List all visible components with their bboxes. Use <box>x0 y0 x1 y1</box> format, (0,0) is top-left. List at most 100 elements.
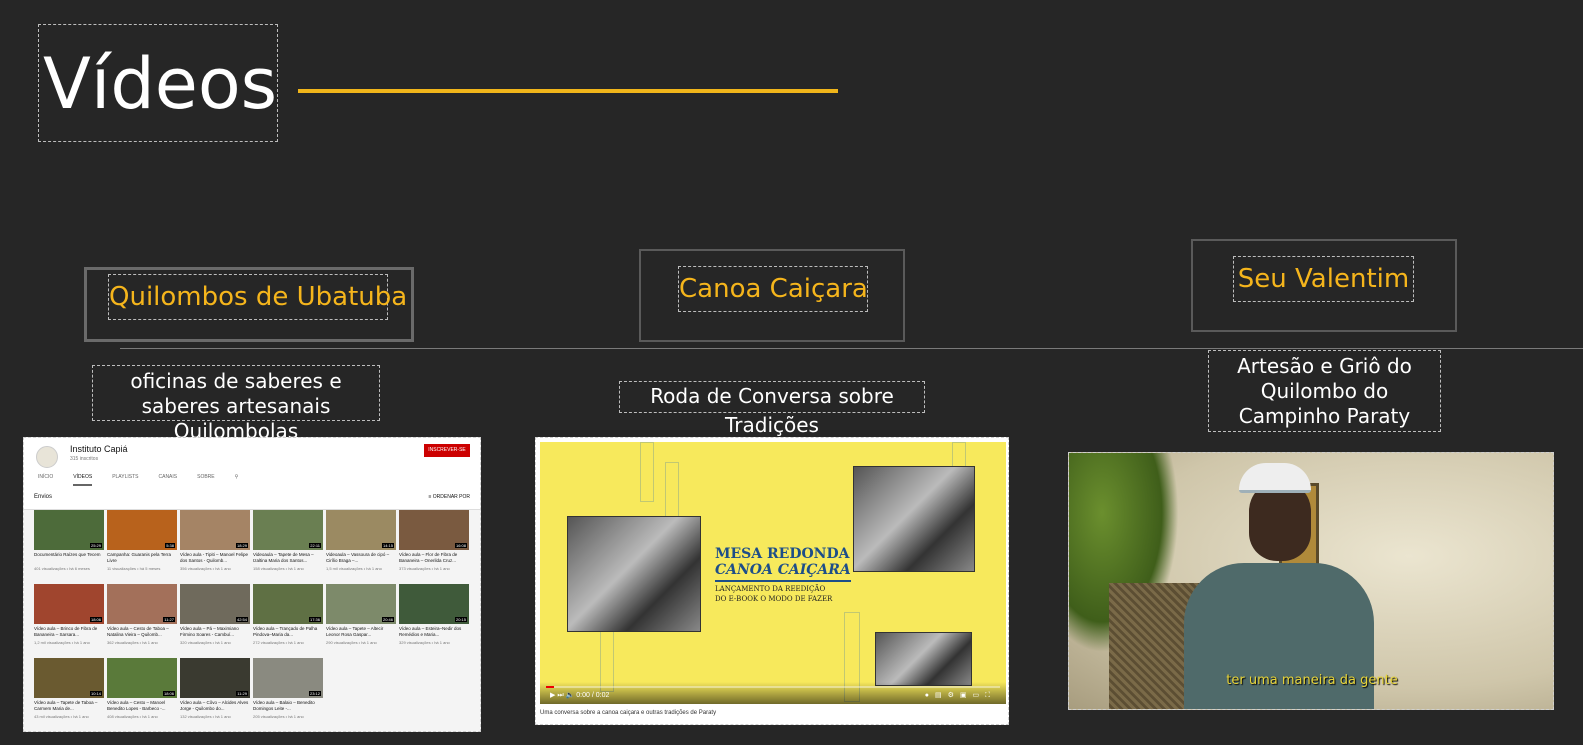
video-card[interactable]: 16:08 Vídeo aula – Flor de Fibra de Banan… <box>399 510 469 580</box>
video-title[interactable]: Vídeo aula – Tapete – Altecir Leonor Ros… <box>326 626 396 638</box>
video-card[interactable]: 11:29 Vídeo aula – Côvo – Alcides Alves J… <box>180 658 250 728</box>
video-title[interactable]: Vídeo aula – Brinco de Fibra de Bananeir… <box>34 626 104 638</box>
video-thumbnail[interactable]: 18:06 <box>107 658 177 698</box>
description-quilombos-de-ubatuba: oficinas de saberes e saberes artesanais… <box>92 365 380 443</box>
progress-bar[interactable] <box>546 686 1000 688</box>
video-meta: 290 visualizações • há 1 ano <box>326 640 377 645</box>
video-duration: 14:15 <box>381 543 394 548</box>
youtube-channel-screenshot[interactable]: Instituto Capiá 315 inscritos INSCREVER-… <box>23 437 481 732</box>
next-icon[interactable]: ⏭ <box>557 692 563 699</box>
video-card[interactable]: 23:12 Vídeo aula – Balaio – Benedito Domi… <box>253 658 323 728</box>
video-card[interactable]: 10:14 Vídeo aula – Tapete de Taboa – Carm… <box>34 658 104 728</box>
video-thumbnail[interactable]: 11:27 <box>107 584 177 624</box>
tab-videos[interactable]: VÍDEOS <box>73 474 93 486</box>
video-title[interactable]: Vídeo aula – Pá – Maximiano Firmino Soar… <box>180 626 250 638</box>
video-card[interactable]: 5:38 Campanha: Guaranis pela Terra Livre 1… <box>107 510 177 580</box>
tab-label-canoa-caicara[interactable]: Canoa Caiçara <box>678 266 868 312</box>
video-title[interactable]: Vídeo aula – Trançado de Palha Pindova–M… <box>253 626 323 638</box>
video-thumbnail[interactable]: 5:38 <box>107 510 177 550</box>
video-title[interactable]: Documentário Raízes que Tecem <box>34 552 104 564</box>
sort-button[interactable]: ≡ ORDENAR POR <box>428 494 470 500</box>
video-duration: 18:29 <box>235 543 248 548</box>
video-title[interactable]: Campanha: Guaranis pela Terra Livre <box>107 552 177 564</box>
video-grid: 25:29 Documentário Raízes que Tecem 401 vi… <box>34 510 474 728</box>
video-duration: 42:54 <box>235 617 248 622</box>
theater-mode-icon[interactable]: ▭ <box>972 692 985 699</box>
video-card[interactable]: 18:06 Vídeo aula – Cesto – Manoel Benedit… <box>107 658 177 728</box>
fullscreen-icon[interactable]: ⛶ <box>985 692 996 699</box>
video-card[interactable]: 11:27 Vídeo aula – Cesto de Taboa – Natal… <box>107 584 177 654</box>
uploads-title: Envios <box>34 494 53 500</box>
tab-canais[interactable]: CANAIS <box>159 474 178 486</box>
video-title[interactable]: Vídeo aula – Esteira–Nedir dos Remédios … <box>399 626 469 638</box>
tab-sobre[interactable]: SOBRE <box>197 474 215 486</box>
video-title[interactable]: Vídeo aula – Tapete de Taboa – Carmem Ma… <box>34 700 104 712</box>
title-underline <box>298 89 838 93</box>
video-title[interactable]: Vídeo aula – Cesto de Taboa – Natalina V… <box>107 626 177 638</box>
video-card[interactable]: 18:06 Vídeo aula – Brinco de Fibra de Ban… <box>34 584 104 654</box>
player-controls: ▶ ⏭ 🔈 0:00 / 0:02 ●▤⚙▣▭⛶ <box>540 682 1006 704</box>
video-title[interactable]: Videoaula – Tapete de Mesa – Izaltina Ma… <box>253 552 323 564</box>
video-title[interactable]: Vídeo aula – Côvo – Alcides Alves Jorge … <box>180 700 250 712</box>
video-duration: 20:46 <box>381 617 394 622</box>
video-duration: 17:36 <box>308 617 321 622</box>
miniplayer-icon[interactable]: ▣ <box>960 692 973 699</box>
video-thumbnail[interactable]: 10:14 <box>34 658 104 698</box>
man-head <box>1249 481 1311 561</box>
autoplay-toggle-icon[interactable]: ● <box>925 692 935 699</box>
video-subtitle: ter uma maneira da gente <box>1226 673 1398 688</box>
video-title[interactable]: Vídeo aula – Flor de Fibra de Bananeira … <box>399 552 469 564</box>
search-icon[interactable]: ⚲ <box>235 474 239 486</box>
video-title[interactable]: Vídeo aula – Balaio – Benedito Domingos … <box>253 700 323 712</box>
video-duration: 5:38 <box>165 543 175 548</box>
video-thumbnail[interactable]: 42:54 <box>180 584 250 624</box>
video-thumbnail[interactable]: 11:29 <box>180 658 250 698</box>
subscribe-button[interactable]: INSCREVER-SE <box>424 444 470 457</box>
video-thumbnail[interactable]: 18:06 <box>34 584 104 624</box>
video-duration: 20:15 <box>454 617 467 622</box>
channel-name: Instituto Capiá <box>70 444 128 454</box>
video-subheading: LANÇAMENTO DA REEDIÇÃO DO E-BOOK O MODO … <box>715 584 832 604</box>
video-meta: 43 mil visualizações • há 1 ano <box>34 714 89 719</box>
video-heading: MESA REDONDA <box>715 546 850 562</box>
video-frame[interactable]: MESA REDONDA CANOA CAIÇARA LANÇAMENTO DA… <box>540 442 1006 704</box>
tab-inicio[interactable]: INÍCIO <box>38 474 53 486</box>
video-card[interactable]: 18:29 Vídeo aula - Tipiti – Manoel Felipe… <box>180 510 250 580</box>
decorative-pole <box>640 442 654 502</box>
volume-icon[interactable]: 🔈 <box>566 692 575 699</box>
video-card[interactable]: 22:11 Videoaula – Tapete de Mesa – Izalti… <box>253 510 323 580</box>
video-card[interactable]: 42:54 Vídeo aula – Pá – Maximiano Firmino… <box>180 584 250 654</box>
video-duration: 25:29 <box>89 543 102 548</box>
video-thumbnail[interactable]: 20:46 <box>326 584 396 624</box>
video-duration: 16:08 <box>454 543 467 548</box>
video-duration: 23:12 <box>308 691 321 696</box>
video-card[interactable]: 20:46 Vídeo aula – Tapete – Altecir Leono… <box>326 584 396 654</box>
video-meta: 11 visualizações • há 5 meses <box>107 566 161 571</box>
canoa-caicara-video[interactable]: MESA REDONDA CANOA CAIÇARA LANÇAMENTO DA… <box>535 437 1009 725</box>
video-card[interactable]: 25:29 Documentário Raízes que Tecem 401 vi… <box>34 510 104 580</box>
tab-label-seu-valentim[interactable]: Seu Valentim <box>1233 256 1414 302</box>
tab-label-quilombos-de-ubatuba[interactable]: Quilombos de Ubatuba <box>108 274 407 320</box>
tab-playlists[interactable]: PLAYLISTS <box>112 474 138 486</box>
video-card[interactable]: 20:15 Vídeo aula – Esteira–Nedir dos Remé… <box>399 584 469 654</box>
video-thumbnail[interactable]: 20:15 <box>399 584 469 624</box>
player-right-controls: ●▤⚙▣▭⛶ <box>925 691 996 700</box>
video-thumbnail[interactable]: 25:29 <box>34 510 104 550</box>
settings-gear-icon[interactable]: ⚙ <box>948 692 960 699</box>
man-cap <box>1239 463 1311 493</box>
play-icon[interactable]: ▶ <box>550 692 555 699</box>
video-title[interactable]: Vídeo aula - Tipiti – Manoel Felipe dos … <box>180 552 250 564</box>
video-thumbnail[interactable]: 22:11 <box>253 510 323 550</box>
video-thumbnail[interactable]: 23:12 <box>253 658 323 698</box>
video-title[interactable]: Videoaula – Vassoura de cipó – Cirílio B… <box>326 552 396 564</box>
video-title[interactable]: Vídeo aula – Cesto – Manoel Benedito Lop… <box>107 700 177 712</box>
video-thumbnail[interactable]: 18:29 <box>180 510 250 550</box>
video-thumbnail[interactable]: 17:36 <box>253 584 323 624</box>
seu-valentim-video[interactable]: ter uma maneira da gente <box>1068 452 1554 710</box>
video-card[interactable]: 14:15 Videoaula – Vassoura de cipó – Cirí… <box>326 510 396 580</box>
video-card[interactable]: 17:36 Vídeo aula – Trançado de Palha Pind… <box>253 584 323 654</box>
subtitles-icon[interactable]: ▤ <box>935 692 948 699</box>
video-thumbnail[interactable]: 16:08 <box>399 510 469 550</box>
video-thumbnail[interactable]: 14:15 <box>326 510 396 550</box>
video-duration: 11:27 <box>163 617 175 622</box>
